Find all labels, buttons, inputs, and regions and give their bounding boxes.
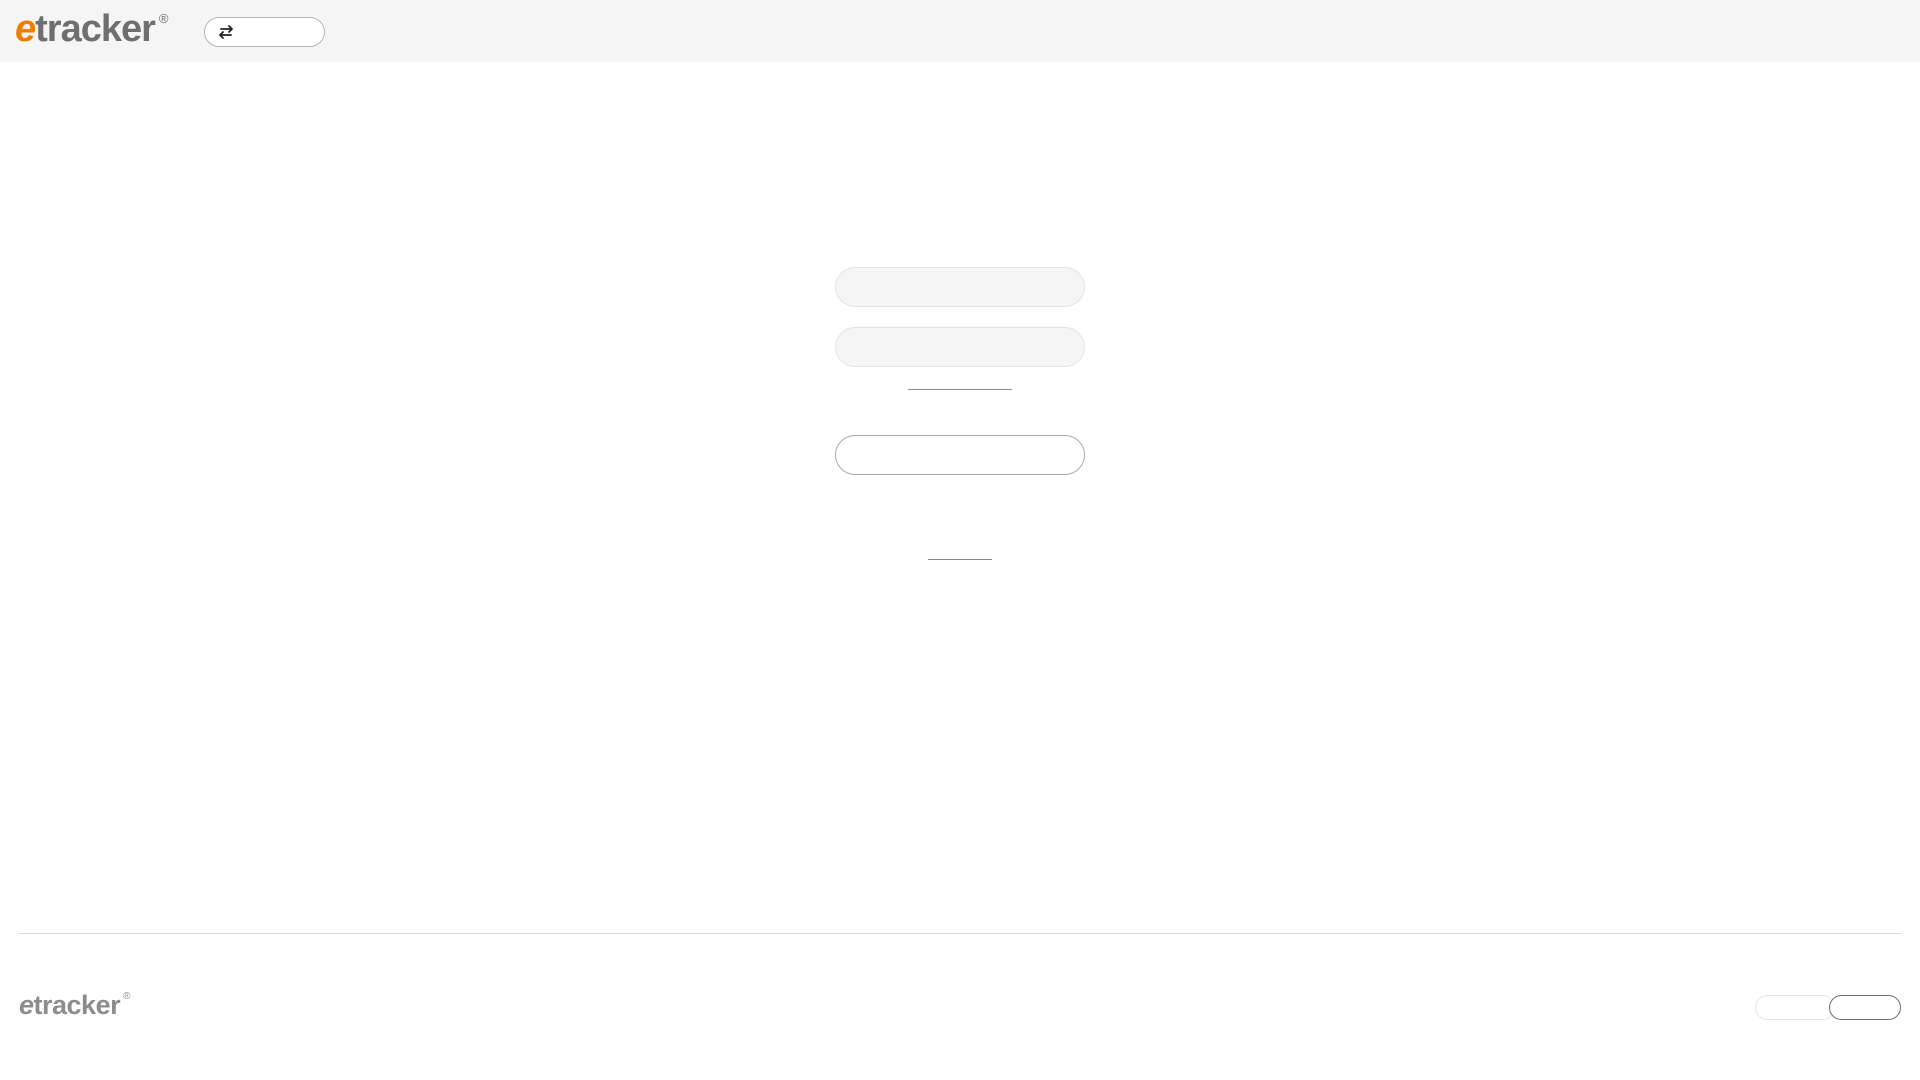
password-input[interactable] [835, 327, 1085, 367]
logo-e: e [15, 8, 36, 50]
footer-logo-e: e [19, 990, 34, 1020]
language-option-1[interactable] [1755, 995, 1835, 1020]
account-switch-button[interactable] [204, 17, 325, 47]
etracker-logo[interactable]: e tracker ® [15, 9, 168, 49]
footer-logo-registered-mark: ® [123, 991, 130, 1002]
language-option-2[interactable] [1829, 995, 1901, 1020]
logo-registered-mark: ® [158, 11, 169, 26]
login-button[interactable] [835, 435, 1085, 475]
forgot-password-link[interactable] [908, 376, 1012, 390]
footer-logo-text: tracker [33, 990, 121, 1020]
language-toggle [1755, 995, 1901, 1020]
logo-text: tracker [35, 8, 156, 50]
top-bar: e tracker ® [0, 0, 1920, 62]
swap-arrows-icon [219, 25, 233, 39]
footer-etracker-logo: e tracker ® [19, 990, 130, 1020]
footer-divider [19, 933, 1901, 934]
secondary-link[interactable] [928, 546, 992, 560]
username-input[interactable] [835, 267, 1085, 307]
